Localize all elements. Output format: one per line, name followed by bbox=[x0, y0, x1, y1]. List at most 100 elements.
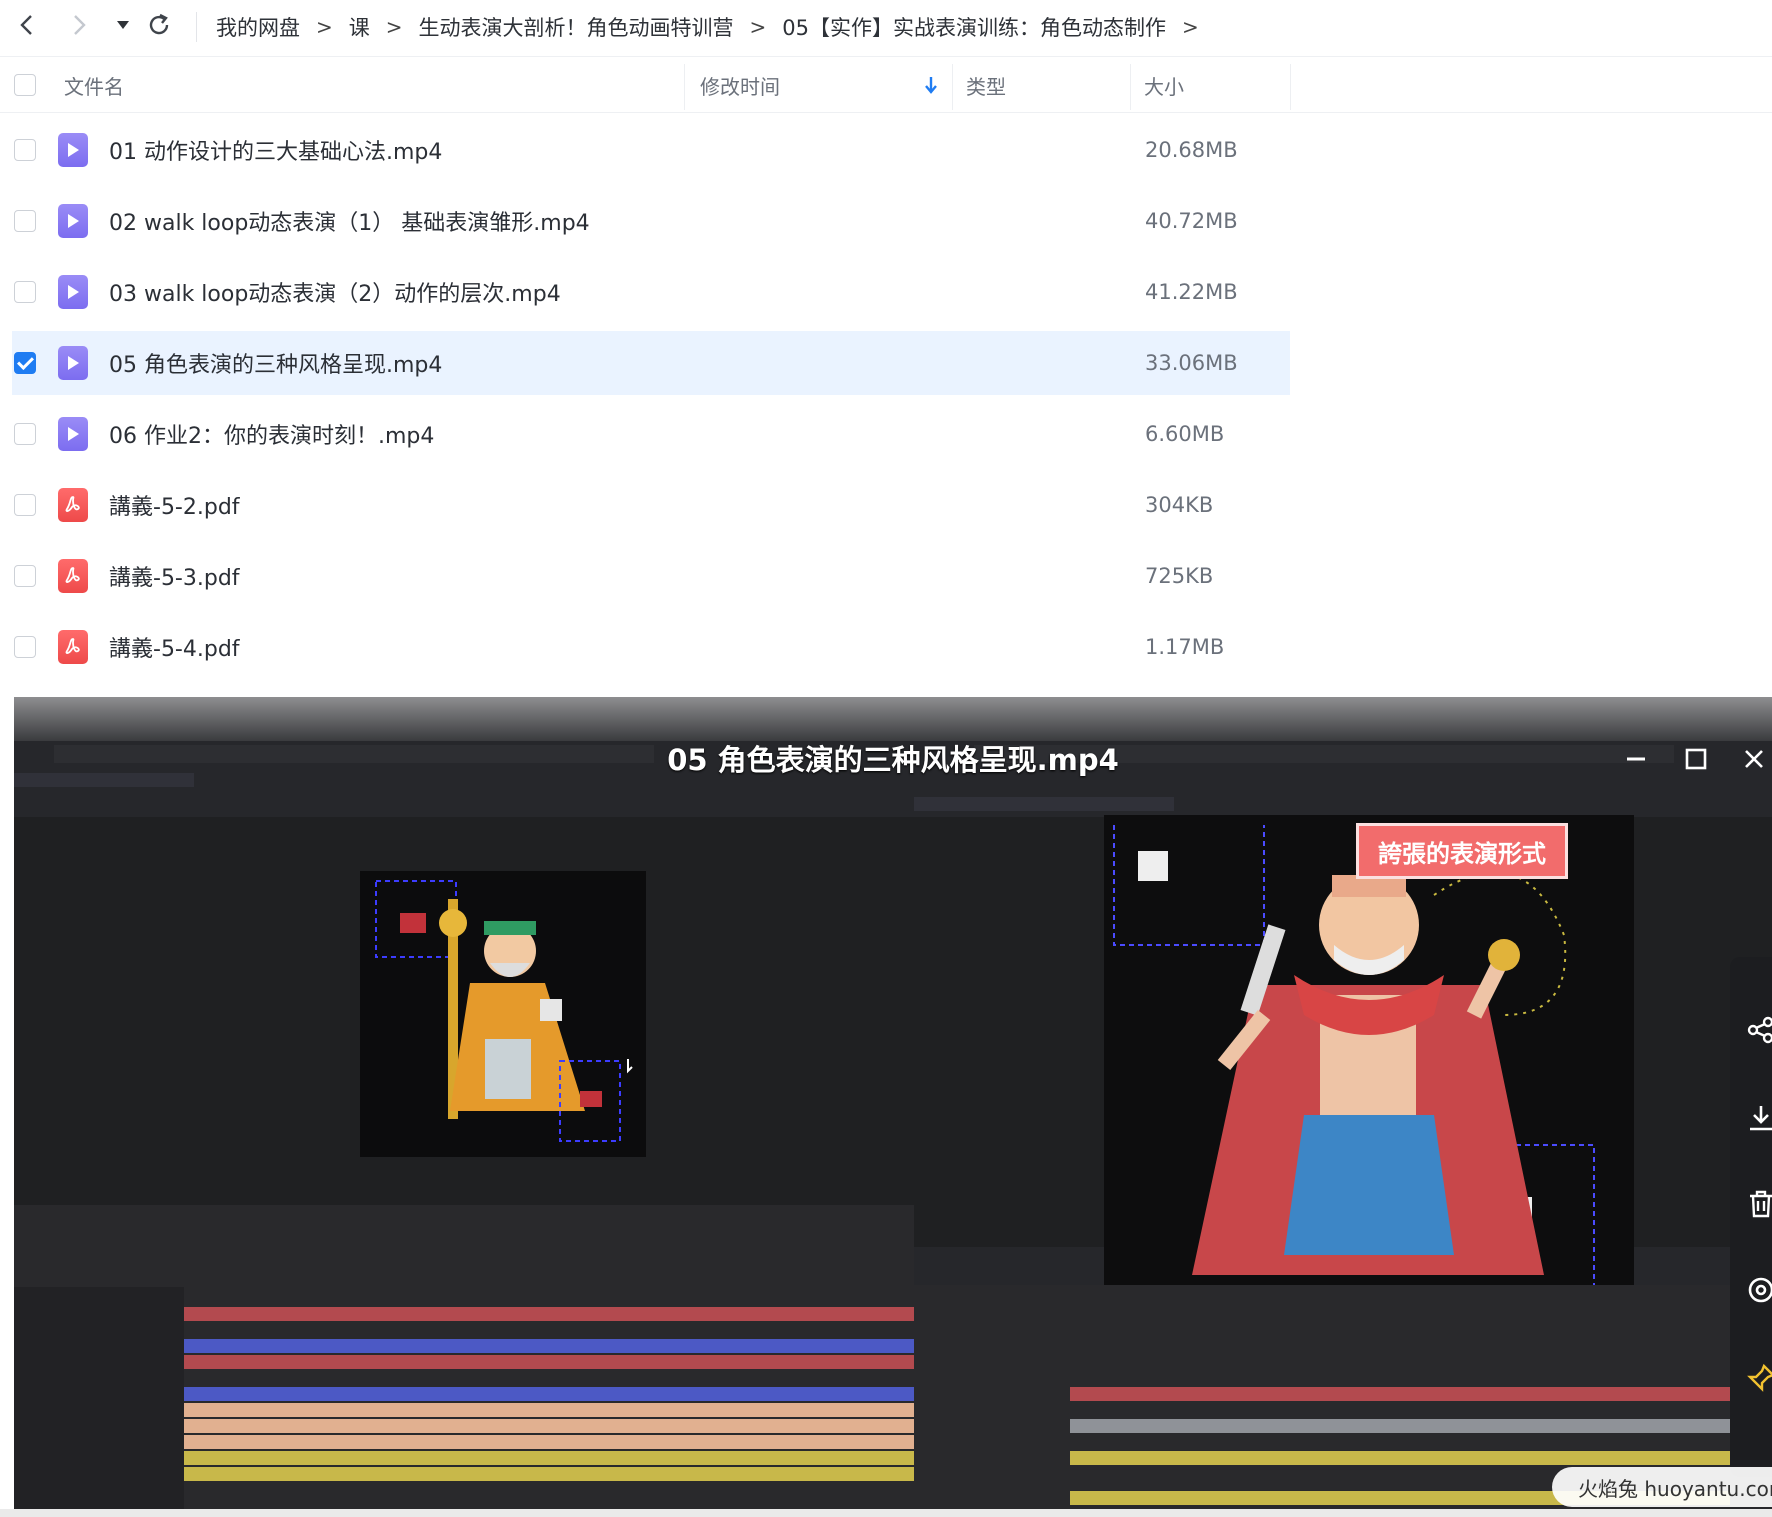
close-button[interactable] bbox=[1736, 741, 1772, 777]
player-side-toolbar bbox=[1730, 957, 1772, 1477]
breadcrumb: 我的网盘 > 课 > 生动表演大剖析！角色动画特训营 > 05【实作】实战表演训… bbox=[216, 10, 1215, 44]
file-name[interactable]: 講義-5-2.pdf bbox=[109, 473, 240, 537]
video-file-icon bbox=[58, 417, 88, 451]
timeline-track bbox=[184, 1403, 914, 1417]
character-monk-illustration bbox=[1104, 815, 1634, 1285]
file-row[interactable]: 01 动作设计的三大基础心法.mp4 20.68MB bbox=[12, 118, 1290, 182]
timeline-track bbox=[184, 1451, 914, 1465]
more-button[interactable] bbox=[1740, 1269, 1772, 1311]
row-checkbox[interactable] bbox=[14, 423, 36, 445]
bottom-strip bbox=[0, 1509, 1772, 1517]
file-name[interactable]: 02 walk loop动态表演（1） 基础表演雏形.mp4 bbox=[109, 189, 590, 253]
row-checkbox[interactable] bbox=[14, 636, 36, 658]
minimize-button[interactable] bbox=[1618, 741, 1654, 777]
more-icon bbox=[1748, 1277, 1772, 1303]
player-top-band bbox=[14, 697, 1772, 741]
pdf-file-icon bbox=[58, 630, 88, 664]
timeline-track bbox=[184, 1387, 914, 1401]
download-icon bbox=[1750, 1106, 1772, 1131]
share-button[interactable] bbox=[1740, 1009, 1772, 1051]
file-size: 304KB bbox=[1145, 493, 1214, 517]
breadcrumb-item-root[interactable]: 我的网盘 bbox=[216, 12, 300, 42]
breadcrumb-separator: > bbox=[1182, 15, 1199, 39]
column-header-modified[interactable]: 修改时间 bbox=[700, 58, 780, 112]
share-icon bbox=[1747, 1016, 1772, 1044]
breadcrumb-separator: > bbox=[316, 15, 333, 39]
character-king-illustration bbox=[360, 871, 646, 1157]
row-checkbox[interactable] bbox=[14, 281, 36, 303]
file-name[interactable]: 01 动作设计的三大基础心法.mp4 bbox=[109, 118, 442, 182]
video-file-icon bbox=[58, 275, 88, 309]
column-header-name[interactable]: 文件名 bbox=[64, 58, 124, 112]
file-size: 725KB bbox=[1145, 564, 1214, 588]
video-left-layer-list bbox=[14, 1287, 184, 1517]
file-row[interactable]: 講義-5-4.pdf 1.17MB bbox=[12, 615, 1290, 679]
file-row[interactable]: 講義-5-2.pdf 304KB bbox=[12, 473, 1290, 537]
pdf-file-icon bbox=[58, 559, 88, 593]
file-row[interactable]: 講義-5-3.pdf 725KB bbox=[12, 544, 1290, 608]
row-checkbox[interactable] bbox=[14, 352, 36, 374]
pin-icon bbox=[1747, 1363, 1772, 1392]
timeline-track bbox=[184, 1307, 914, 1321]
row-checkbox[interactable] bbox=[14, 210, 36, 232]
row-checkbox[interactable] bbox=[14, 139, 36, 161]
file-name[interactable]: 講義-5-4.pdf bbox=[109, 615, 240, 679]
breadcrumb-item-course[interactable]: 课 bbox=[349, 12, 370, 42]
video-frame-tab bbox=[914, 797, 1174, 811]
breadcrumb-item-camp[interactable]: 生动表演大剖析！角色动画特训营 bbox=[419, 12, 734, 42]
refresh-icon bbox=[149, 13, 169, 35]
maximize-button[interactable] bbox=[1678, 741, 1714, 777]
timeline-track bbox=[1070, 1419, 1730, 1433]
maximize-icon bbox=[1685, 748, 1707, 770]
column-header-type[interactable]: 类型 bbox=[966, 58, 1006, 112]
file-name[interactable]: 03 walk loop动态表演（2）动作的层次.mp4 bbox=[109, 260, 561, 324]
download-button[interactable] bbox=[1740, 1097, 1772, 1139]
history-dropdown[interactable] bbox=[106, 8, 140, 42]
file-name[interactable]: 05 角色表演的三种风格呈现.mp4 bbox=[109, 331, 442, 395]
player-title: 05 角色表演的三种风格呈现.mp4 bbox=[667, 743, 1119, 777]
delete-button[interactable] bbox=[1740, 1183, 1772, 1225]
timeline-track bbox=[184, 1419, 914, 1433]
select-all-checkbox[interactable] bbox=[14, 74, 36, 96]
refresh-button[interactable] bbox=[142, 8, 176, 42]
close-icon bbox=[1745, 750, 1763, 768]
file-table-header: 文件名 修改时间 类型 大小 bbox=[0, 58, 1772, 113]
file-row[interactable]: 06 作业2：你的表演时刻！.mp4 6.60MB bbox=[12, 402, 1290, 466]
column-divider[interactable] bbox=[684, 64, 685, 110]
timeline-track bbox=[184, 1355, 914, 1369]
sort-toggle[interactable] bbox=[924, 58, 938, 112]
column-header-size[interactable]: 大小 bbox=[1144, 58, 1184, 112]
video-file-icon bbox=[58, 346, 88, 380]
file-size: 41.22MB bbox=[1145, 280, 1238, 304]
column-divider[interactable] bbox=[952, 64, 953, 110]
file-row[interactable]: 03 walk loop动态表演（2）动作的层次.mp4 41.22MB bbox=[12, 260, 1290, 324]
pin-button[interactable] bbox=[1740, 1357, 1772, 1399]
file-name[interactable]: 06 作业2：你的表演时刻！.mp4 bbox=[109, 402, 434, 466]
timeline-track bbox=[1070, 1387, 1730, 1401]
breadcrumb-item-current[interactable]: 05【实作】实战表演训练：角色动态制作 bbox=[782, 12, 1166, 42]
file-size: 40.72MB bbox=[1145, 209, 1238, 233]
file-row[interactable]: 02 walk loop动态表演（1） 基础表演雏形.mp4 40.72MB bbox=[12, 189, 1290, 253]
forward-button[interactable] bbox=[62, 8, 96, 42]
minimize-icon bbox=[1627, 757, 1645, 761]
timeline-track bbox=[184, 1435, 914, 1449]
delete-icon bbox=[1750, 1190, 1772, 1218]
file-size: 20.68MB bbox=[1145, 138, 1238, 162]
breadcrumb-separator: > bbox=[385, 15, 403, 39]
timeline-track bbox=[1070, 1451, 1730, 1465]
video-file-icon bbox=[58, 133, 88, 167]
column-divider[interactable] bbox=[1290, 64, 1291, 110]
column-divider[interactable] bbox=[1130, 64, 1131, 110]
file-name[interactable]: 講義-5-3.pdf bbox=[109, 544, 240, 608]
video-player[interactable]: 05 角色表演的三种风格呈现.mp4 誇張的表演形式 bbox=[14, 697, 1772, 1517]
row-checkbox[interactable] bbox=[14, 565, 36, 587]
timeline-track bbox=[184, 1339, 914, 1353]
video-file-icon bbox=[58, 204, 88, 238]
file-size: 1.17MB bbox=[1145, 635, 1225, 659]
file-row[interactable]: 05 角色表演的三种风格呈现.mp4 33.06MB bbox=[12, 331, 1290, 395]
breadcrumb-separator: > bbox=[749, 15, 767, 39]
watermark: 火焰兔 huoyantu.com bbox=[1552, 1467, 1772, 1507]
row-checkbox[interactable] bbox=[14, 494, 36, 516]
caret-down-icon bbox=[117, 21, 129, 29]
back-button[interactable] bbox=[10, 8, 44, 42]
